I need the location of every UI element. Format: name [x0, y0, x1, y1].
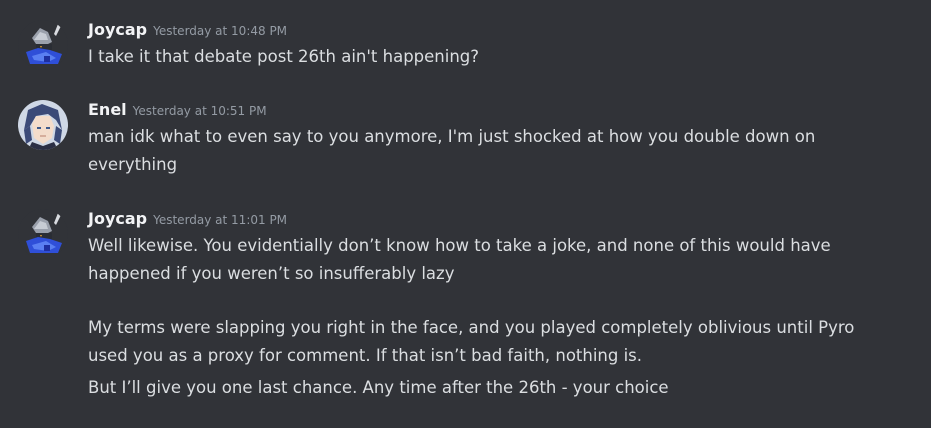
message-text: But I’ll give you one last chance. Any t… [88, 378, 669, 397]
message-header: Enel Yesterday at 10:51 PM [88, 100, 267, 124]
enel-avatar-icon[interactable] [18, 100, 68, 150]
timestamp: Yesterday at 10:48 PM [153, 24, 288, 38]
message-text: My terms were slapping you right in the … [88, 318, 855, 337]
message-text: man idk what to even say to you anymore,… [88, 127, 816, 146]
message-header: Joycap Yesterday at 10:48 PM [88, 20, 287, 44]
message-text: I take it that debate post 26th ain't ha… [88, 47, 480, 66]
message-text: used you as a proxy for comment. If that… [88, 346, 643, 365]
username[interactable]: Joycap [88, 20, 147, 39]
message-text: everything [88, 155, 178, 174]
chat-messages: Joycap Yesterday at 10:48 PM I take it th… [0, 0, 931, 428]
timestamp: Yesterday at 11:01 PM [153, 213, 288, 227]
timestamp: Yesterday at 10:51 PM [132, 104, 267, 118]
username[interactable]: Joycap [88, 209, 147, 228]
joycap-avatar-icon[interactable] [18, 20, 68, 70]
message-text: Well likewise. You evidentially don’t kn… [88, 236, 831, 255]
message-header: Joycap Yesterday at 11:01 PM [88, 209, 287, 233]
joycap-avatar-icon[interactable] [18, 209, 68, 259]
message-text: happened if you weren’t so insufferably … [88, 264, 455, 283]
username[interactable]: Enel [88, 100, 127, 119]
